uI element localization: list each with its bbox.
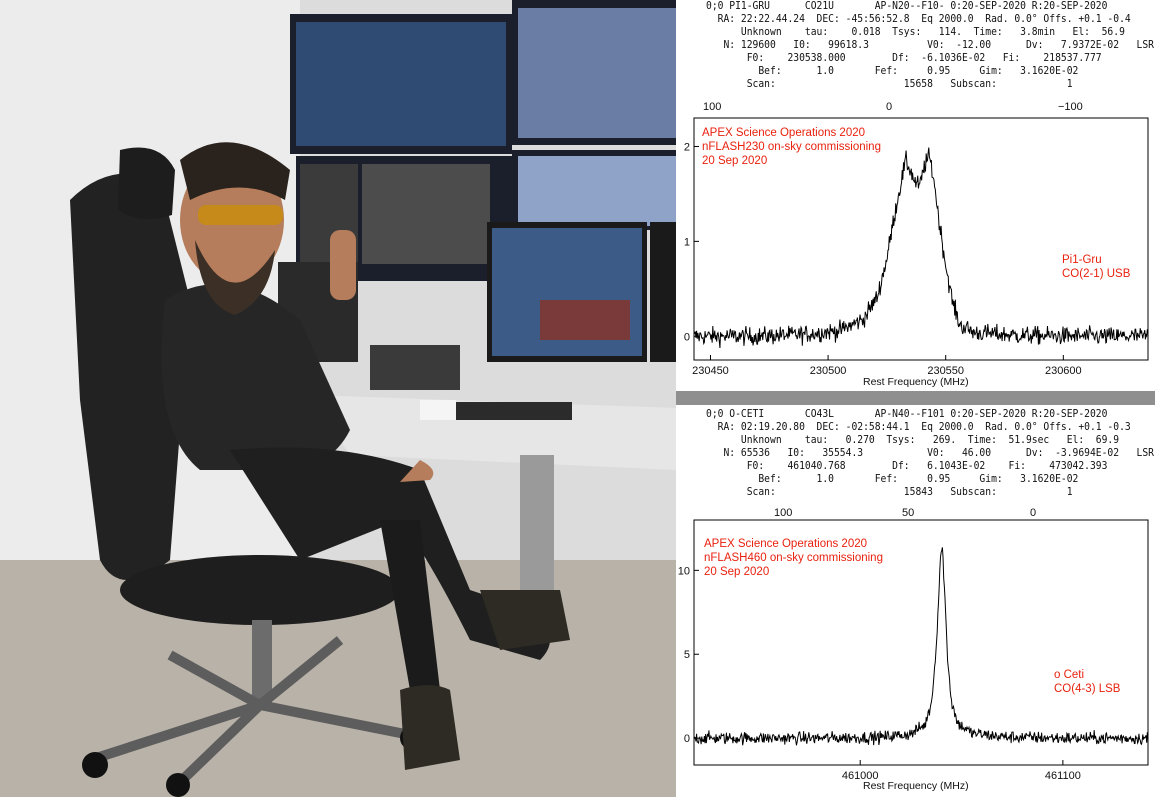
- annotation-line: nFLASH230 on-sky commissioning: [702, 141, 881, 153]
- spectrum-panel-bottom: 0;0 O-CETI CO43L AP-N40--F101 0:20-SEP-2…: [676, 405, 1155, 797]
- spectrum-panel-top: 0;0 PI1-GRU CO21U AP-N20--F10- 0:20-SEP-…: [676, 0, 1155, 391]
- x-axis-label: Rest Frequency (MHz): [863, 780, 969, 792]
- line-label: CO(2-1) USB: [1062, 268, 1131, 280]
- source-label: Pi1-Gru: [1062, 254, 1102, 266]
- control-room-photo: [0, 0, 676, 797]
- source-label: o Ceti: [1054, 669, 1085, 681]
- y-tick-label: 0: [684, 331, 690, 343]
- annotation-line: APEX Science Operations 2020: [704, 538, 868, 550]
- annotation-line: 20 Sep 2020: [704, 566, 770, 578]
- panel-divider: [676, 391, 1155, 405]
- y-tick-label: 2: [684, 141, 690, 153]
- spectrum-series-line: [693, 147, 1149, 349]
- annotation-line: APEX Science Operations 2020: [702, 127, 866, 139]
- y-tick-label: 10: [678, 565, 690, 577]
- y-tick-label: 1: [684, 236, 690, 248]
- spectrum-plot-bottom: 461000 4611000510: [678, 519, 1149, 782]
- annotation-line: nFLASH460 on-sky commissioning: [704, 552, 883, 564]
- line-label: CO(4-3) LSB: [1054, 683, 1121, 695]
- x-tick-label: 230450: [692, 365, 729, 377]
- annotation-line: 20 Sep 2020: [702, 155, 768, 167]
- x-tick-label: 230500: [810, 365, 847, 377]
- y-tick-label: 5: [684, 649, 690, 661]
- x-tick-label: 461100: [1045, 770, 1081, 782]
- x-tick-label: 230600: [1045, 365, 1082, 377]
- y-tick-label: 0: [684, 733, 690, 745]
- spectrum-plot-top: 230450 230500 230550 230600012: [684, 117, 1149, 377]
- x-axis-label: Rest Frequency (MHz): [863, 376, 969, 388]
- person-in-control-room-photo: [0, 0, 676, 797]
